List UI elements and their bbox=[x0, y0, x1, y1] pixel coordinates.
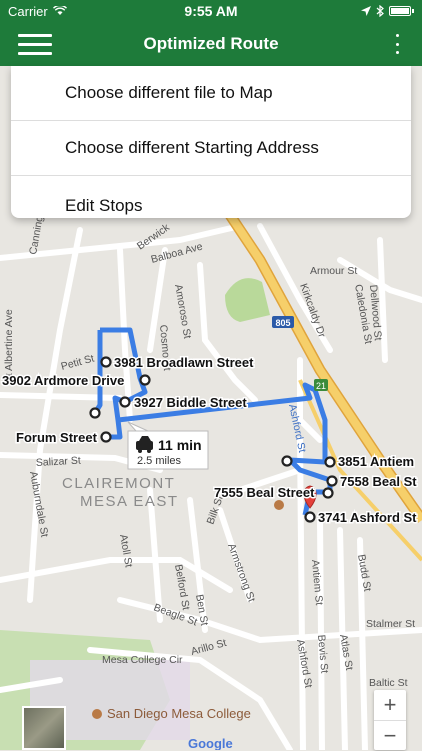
zoom-controls: + − bbox=[374, 690, 406, 750]
stop-label: 3741 Ashford St bbox=[318, 510, 417, 525]
poi-marker-icon bbox=[92, 709, 102, 719]
options-dropdown-menu: Choose different file to Map Choose diff… bbox=[11, 66, 411, 218]
menu-item-choose-file[interactable]: Choose different file to Map bbox=[11, 66, 411, 121]
carrier-label: Carrier bbox=[8, 3, 48, 19]
neighborhood-label: CLAIREMONT bbox=[62, 475, 175, 492]
freeway-shield-21: 21 bbox=[314, 379, 328, 391]
menu-item-choose-starting-address[interactable]: Choose different Starting Address bbox=[11, 121, 411, 176]
stop-marker[interactable] bbox=[139, 374, 151, 386]
location-arrow-icon bbox=[361, 6, 371, 16]
battery-icon bbox=[389, 6, 411, 16]
poi-marker-icon bbox=[274, 500, 284, 510]
stop-label: Forum Street bbox=[16, 430, 98, 445]
more-vert-icon[interactable] bbox=[392, 34, 402, 54]
hamburger-menu-icon[interactable] bbox=[18, 32, 52, 56]
bluetooth-icon bbox=[376, 5, 384, 17]
stop-label: 3981 Broadlawn Street bbox=[114, 355, 254, 370]
status-bar: Carrier 9:55 AM bbox=[0, 0, 422, 22]
stop-marker[interactable] bbox=[304, 511, 316, 523]
page-title: Optimized Route bbox=[143, 34, 279, 53]
stop-marker[interactable] bbox=[100, 431, 112, 443]
wifi-icon bbox=[52, 6, 67, 15]
eta-duration: 11 min bbox=[158, 437, 202, 453]
street-label: Armour St bbox=[310, 265, 357, 277]
menu-item-edit-stops[interactable]: Edit Stops bbox=[11, 176, 411, 220]
google-logo: Google bbox=[188, 736, 233, 750]
stop-marker[interactable] bbox=[89, 407, 101, 419]
neighborhood-label: MESA EAST bbox=[80, 493, 179, 510]
freeway-shield-805: 805 bbox=[272, 316, 294, 328]
stop-marker[interactable] bbox=[281, 455, 293, 467]
stop-marker[interactable] bbox=[119, 396, 131, 408]
satellite-toggle-button[interactable] bbox=[22, 706, 66, 750]
street-label: Salizar St bbox=[36, 455, 82, 469]
app-bar: Optimized Route bbox=[0, 22, 422, 66]
shield-label: 805 bbox=[275, 318, 290, 328]
poi-label: San Diego Mesa College bbox=[107, 706, 251, 721]
shield-label: 21 bbox=[316, 381, 326, 391]
street-label: Mesa College Cir bbox=[102, 654, 183, 666]
street-label: Stalmer St bbox=[366, 618, 415, 630]
stop-label: 3927 Biddle Street bbox=[134, 395, 247, 410]
stop-label: 3902 Ardmore Drive bbox=[2, 373, 124, 388]
zoom-out-button[interactable]: − bbox=[374, 721, 406, 751]
zoom-in-button[interactable]: + bbox=[374, 690, 406, 721]
eta-distance: 2.5 miles bbox=[137, 455, 182, 467]
stop-label: 7558 Beal St bbox=[340, 474, 417, 489]
stop-label: 3851 Antiem bbox=[338, 454, 414, 469]
stop-marker[interactable] bbox=[324, 456, 336, 468]
stop-marker[interactable] bbox=[100, 356, 112, 368]
stop-marker[interactable] bbox=[322, 487, 334, 499]
street-label: Baltic St bbox=[369, 677, 408, 689]
stop-marker[interactable] bbox=[326, 475, 338, 487]
stop-label: 7555 Beal Street bbox=[214, 485, 315, 500]
